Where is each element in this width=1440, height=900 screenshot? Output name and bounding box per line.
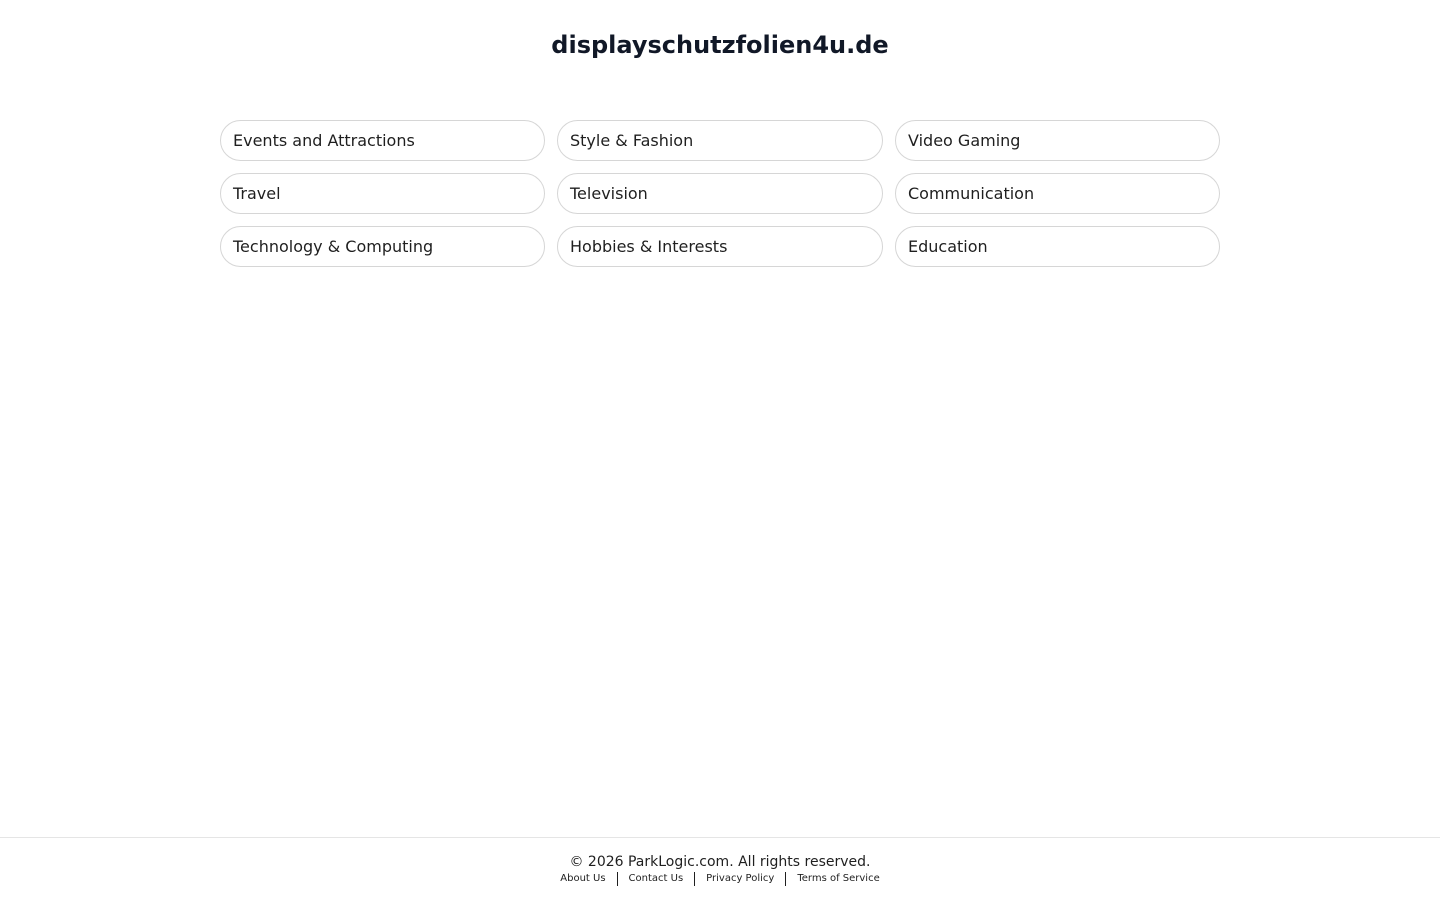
page: displayschutzfolien4u.de Events and Attr… bbox=[0, 0, 1440, 900]
footer-link-separator bbox=[616, 872, 618, 886]
site-title: displayschutzfolien4u.de bbox=[551, 31, 889, 59]
footer-links: About Us Contact Us Privacy Policy Terms… bbox=[0, 872, 1440, 886]
category-link-hobbies-interests[interactable]: Hobbies & Interests bbox=[557, 226, 883, 267]
category-link-events-and-attractions[interactable]: Events and Attractions bbox=[220, 120, 545, 161]
footer-link-about-us[interactable]: About Us bbox=[560, 872, 605, 886]
footer-link-separator bbox=[785, 872, 787, 886]
footer-link-privacy-policy[interactable]: Privacy Policy bbox=[706, 872, 774, 886]
category-link-communication[interactable]: Communication bbox=[895, 173, 1220, 214]
footer-link-terms-of-service[interactable]: Terms of Service bbox=[797, 872, 879, 886]
footer-link-contact-us[interactable]: Contact Us bbox=[629, 872, 684, 886]
footer-link-separator bbox=[694, 872, 696, 886]
footer: © 2026 ParkLogic.com. All rights reserve… bbox=[0, 837, 1440, 900]
copyright-text: © 2026 ParkLogic.com. All rights reserve… bbox=[569, 854, 871, 870]
category-link-video-gaming[interactable]: Video Gaming bbox=[895, 120, 1220, 161]
category-link-technology-computing[interactable]: Technology & Computing bbox=[220, 226, 545, 267]
category-link-television[interactable]: Television bbox=[557, 173, 883, 214]
category-link-travel[interactable]: Travel bbox=[220, 173, 545, 214]
category-grid: Events and Attractions Style & Fashion V… bbox=[220, 120, 1220, 267]
category-link-style-fashion[interactable]: Style & Fashion bbox=[557, 120, 883, 161]
category-link-education[interactable]: Education bbox=[895, 226, 1220, 267]
